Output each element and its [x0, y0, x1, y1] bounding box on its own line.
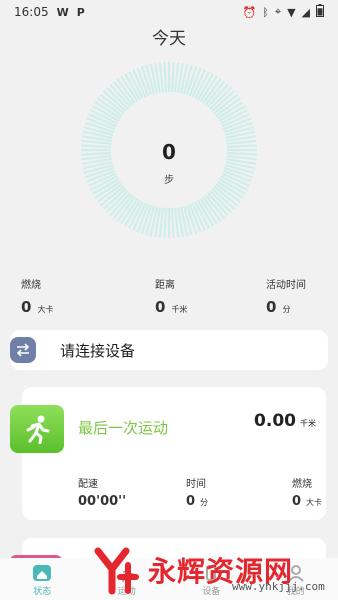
step-count: 0	[162, 140, 176, 164]
sport-burn: 燃烧 0 大卡	[292, 475, 322, 509]
signal-icon: ◢	[301, 5, 310, 19]
stat-burn-label: 燃烧	[21, 280, 41, 291]
ring-segment	[170, 207, 175, 238]
p-app-icon: P	[76, 5, 85, 19]
nav-sport-label: 运动	[117, 587, 136, 597]
page-title: 今天	[152, 29, 186, 49]
w-app-icon: W	[56, 5, 69, 19]
stat-active-time-unit: 分	[282, 305, 291, 314]
user-icon	[287, 565, 304, 582]
sport-time-value: 0	[186, 494, 196, 509]
nav-status[interactable]: 状态	[0, 558, 85, 600]
sport-time: 时间 0分	[186, 475, 208, 509]
last-sport-distance-unit: 千米	[300, 419, 316, 428]
ring-segment	[158, 207, 165, 238]
home-icon	[33, 565, 52, 581]
wifi-icon: ▼	[287, 5, 296, 19]
last-sport-card[interactable]: 最后一次运动 0.00 千米 配速 00'00'' 时间 0分 燃烧 0 大卡	[22, 387, 326, 520]
sport-burn-label: 燃烧	[292, 479, 312, 490]
stat-active-time-value: 0	[266, 298, 277, 316]
location-icon: ⌖	[274, 5, 282, 18]
battery-icon	[316, 4, 324, 20]
sport-pace: 配速 00'00''	[78, 475, 126, 509]
last-sport-title: 最后一次运动	[78, 419, 169, 437]
last-sport-distance: 0.00 千米	[254, 411, 316, 431]
running-icon	[10, 405, 64, 453]
ring-segment	[170, 62, 175, 93]
sport-time-label: 时间	[186, 479, 206, 490]
bluetooth-icon: ᛒ	[262, 5, 269, 19]
nav-me[interactable]: 我的	[254, 558, 338, 600]
ring-segment	[163, 62, 168, 93]
stat-distance-unit: 千米	[171, 305, 188, 314]
device-icon	[206, 565, 217, 581]
stat-distance-value: 0	[155, 298, 166, 316]
ring-segment	[158, 62, 165, 93]
run-icon	[121, 565, 134, 582]
sport-time-unit: 分	[200, 498, 209, 507]
last-sport-distance-value: 0.00	[254, 411, 296, 431]
stat-active-time: 活动时间 0分	[266, 276, 306, 316]
ring-segment	[163, 207, 168, 238]
nav-device[interactable]: 设备	[169, 558, 254, 600]
stat-distance: 距离 0 千米	[155, 276, 187, 316]
stat-burn: 燃烧 0 大卡	[21, 276, 53, 316]
connect-device-card[interactable]: 请连接设备	[10, 330, 328, 370]
stat-burn-unit: 大卡	[37, 305, 54, 314]
status-bar: 16:05 W P ⏰ ᛒ ⌖ ▼ ◢	[0, 0, 338, 24]
sport-pace-value: 00'00''	[78, 494, 127, 509]
sport-burn-unit: 大卡	[306, 498, 323, 507]
bottom-nav: 状态 运动 设备 我的	[0, 558, 338, 600]
alarm-icon: ⏰	[242, 5, 257, 19]
nav-me-label: 我的	[286, 587, 305, 597]
stat-active-time-label: 活动时间	[266, 280, 306, 291]
nav-device-label: 设备	[202, 587, 221, 597]
step-unit: 步	[164, 175, 174, 186]
stat-burn-value: 0	[21, 298, 32, 316]
connect-icon	[10, 337, 36, 363]
stat-distance-label: 距离	[155, 280, 175, 291]
connect-device-label: 请连接设备	[60, 341, 136, 360]
nav-sport[interactable]: 运动	[85, 558, 170, 600]
status-time: 16:05	[14, 5, 49, 19]
ring-segment	[173, 62, 180, 93]
nav-status-label: 状态	[33, 587, 52, 597]
sport-pace-label: 配速	[78, 479, 98, 490]
ring-segment	[173, 207, 180, 238]
sport-burn-value: 0	[292, 494, 302, 509]
